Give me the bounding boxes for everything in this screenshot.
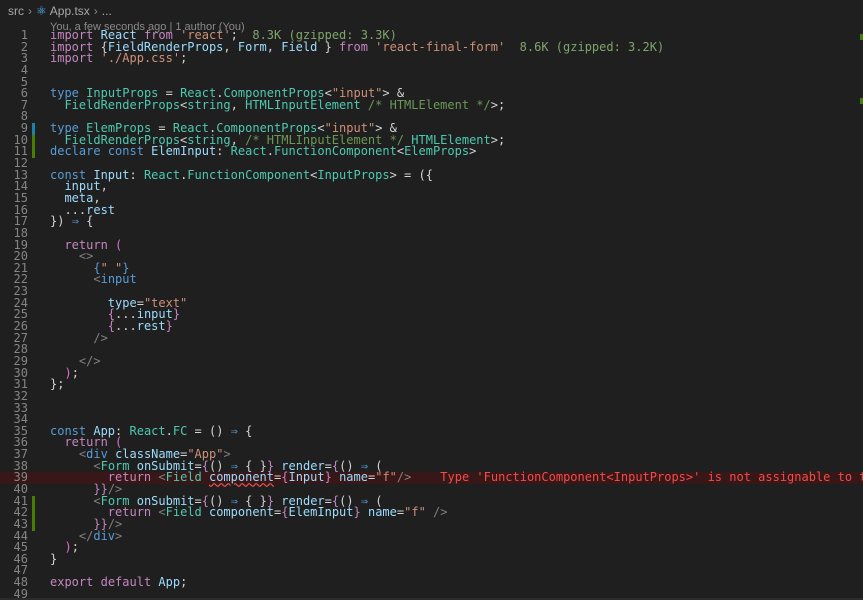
code-line: 22 <input [0,273,863,286]
code-line: 16 ...rest [0,204,863,217]
code-line: 4 [0,64,863,77]
breadcrumb-more[interactable]: ... [102,4,112,18]
import-size: 8.6K (gzipped: 3.2K) [519,39,665,54]
code-line: 30 ); [0,367,863,380]
git-added-marker[interactable] [32,518,35,531]
chevron-right-icon: › [93,4,98,18]
code-line: 13 const Input: React.FunctionComponent<I… [0,169,863,182]
code-line: 19 return ( [0,239,863,252]
code-line: 17}) ⇒ { [0,215,863,228]
code-line: 43 }}/> [0,518,863,531]
code-line: 29 </> [0,355,863,368]
react-icon: ⚛ [36,4,47,18]
code-line: 45 ); [0,541,863,554]
code-line-error: 39 return <Field component={Input} name=… [0,470,863,484]
code-line: 11 declare const ElemInput: React.Functio… [0,145,863,159]
code-line: 27 /> [0,332,863,345]
code-line: 44 </div> [0,530,863,543]
code-line: 33 [0,402,863,415]
code-line: 15 meta, [0,192,863,205]
code-editor[interactable]: 1 import React from 'react'; 8.3K (gzippe… [0,30,863,600]
breadcrumb-file[interactable]: App.tsx [50,4,90,18]
git-modified-marker[interactable] [32,123,35,135]
code-line: 14 input, [0,180,863,193]
code-line: 32 [0,390,863,403]
git-added-marker[interactable] [32,495,35,508]
inline-error-message[interactable]: Type 'FunctionComponent<InputProps>' is … [440,470,863,484]
chevron-right-icon: › [28,4,32,18]
breadcrumb: src › ⚛ App.tsx › ... [0,0,863,22]
code-line: 48 export default App; [0,576,863,589]
overview-ruler[interactable] [859,30,863,600]
git-added-marker[interactable] [32,146,35,159]
git-added-marker[interactable] [32,507,35,519]
code-line: 28 [0,343,863,356]
code-line: 46} [0,553,863,566]
code-line: 3 import './App.css'; [0,52,863,65]
code-line: 7 FieldRenderProps<string, HTMLInputElem… [0,99,863,112]
code-line: 18 [0,227,863,240]
code-line: 26 {...rest} [0,320,863,333]
git-added-marker[interactable] [32,134,35,147]
code-line: 31}; [0,378,863,391]
code-line: 35 const App: React.FC = () ⇒ { [0,425,863,438]
code-line: 42 return <Field component={ElemInput} n… [0,506,863,519]
breadcrumb-folder[interactable]: src [8,4,24,18]
